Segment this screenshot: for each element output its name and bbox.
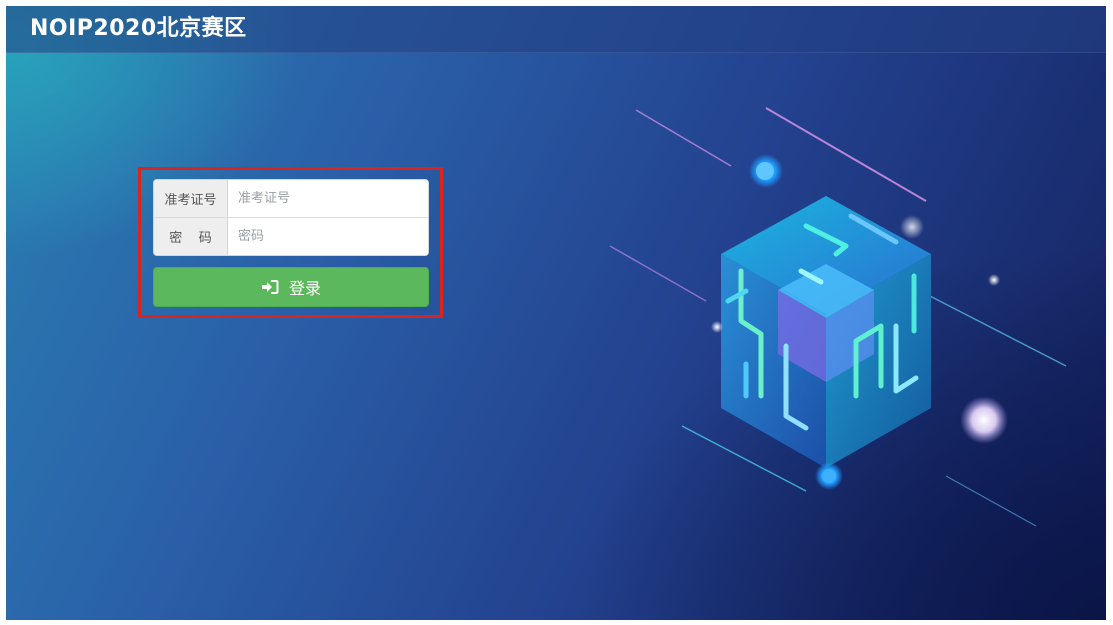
admission-number-row: 准考证号 bbox=[154, 180, 428, 217]
login-button[interactable]: 登录 bbox=[153, 267, 429, 307]
login-button-label: 登录 bbox=[288, 279, 321, 298]
sign-in-icon bbox=[261, 279, 279, 295]
circuit-cube-illustration bbox=[609, 107, 1067, 527]
screenshot-frame: NOIP2020北京赛区 准考证号 密 码 bbox=[0, 0, 1113, 625]
password-row: 密 码 bbox=[154, 217, 428, 255]
password-label: 密 码 bbox=[154, 218, 228, 255]
login-fields: 准考证号 密 码 bbox=[153, 179, 429, 256]
login-page: NOIP2020北京赛区 准考证号 密 码 bbox=[6, 6, 1106, 620]
login-form: 准考证号 密 码 登录 bbox=[153, 179, 429, 307]
site-title: NOIP2020北京赛区 bbox=[30, 16, 247, 41]
password-input[interactable] bbox=[228, 218, 428, 255]
header-bar: NOIP2020北京赛区 bbox=[6, 6, 1106, 53]
admission-number-input[interactable] bbox=[228, 180, 428, 217]
admission-number-label: 准考证号 bbox=[154, 180, 228, 217]
